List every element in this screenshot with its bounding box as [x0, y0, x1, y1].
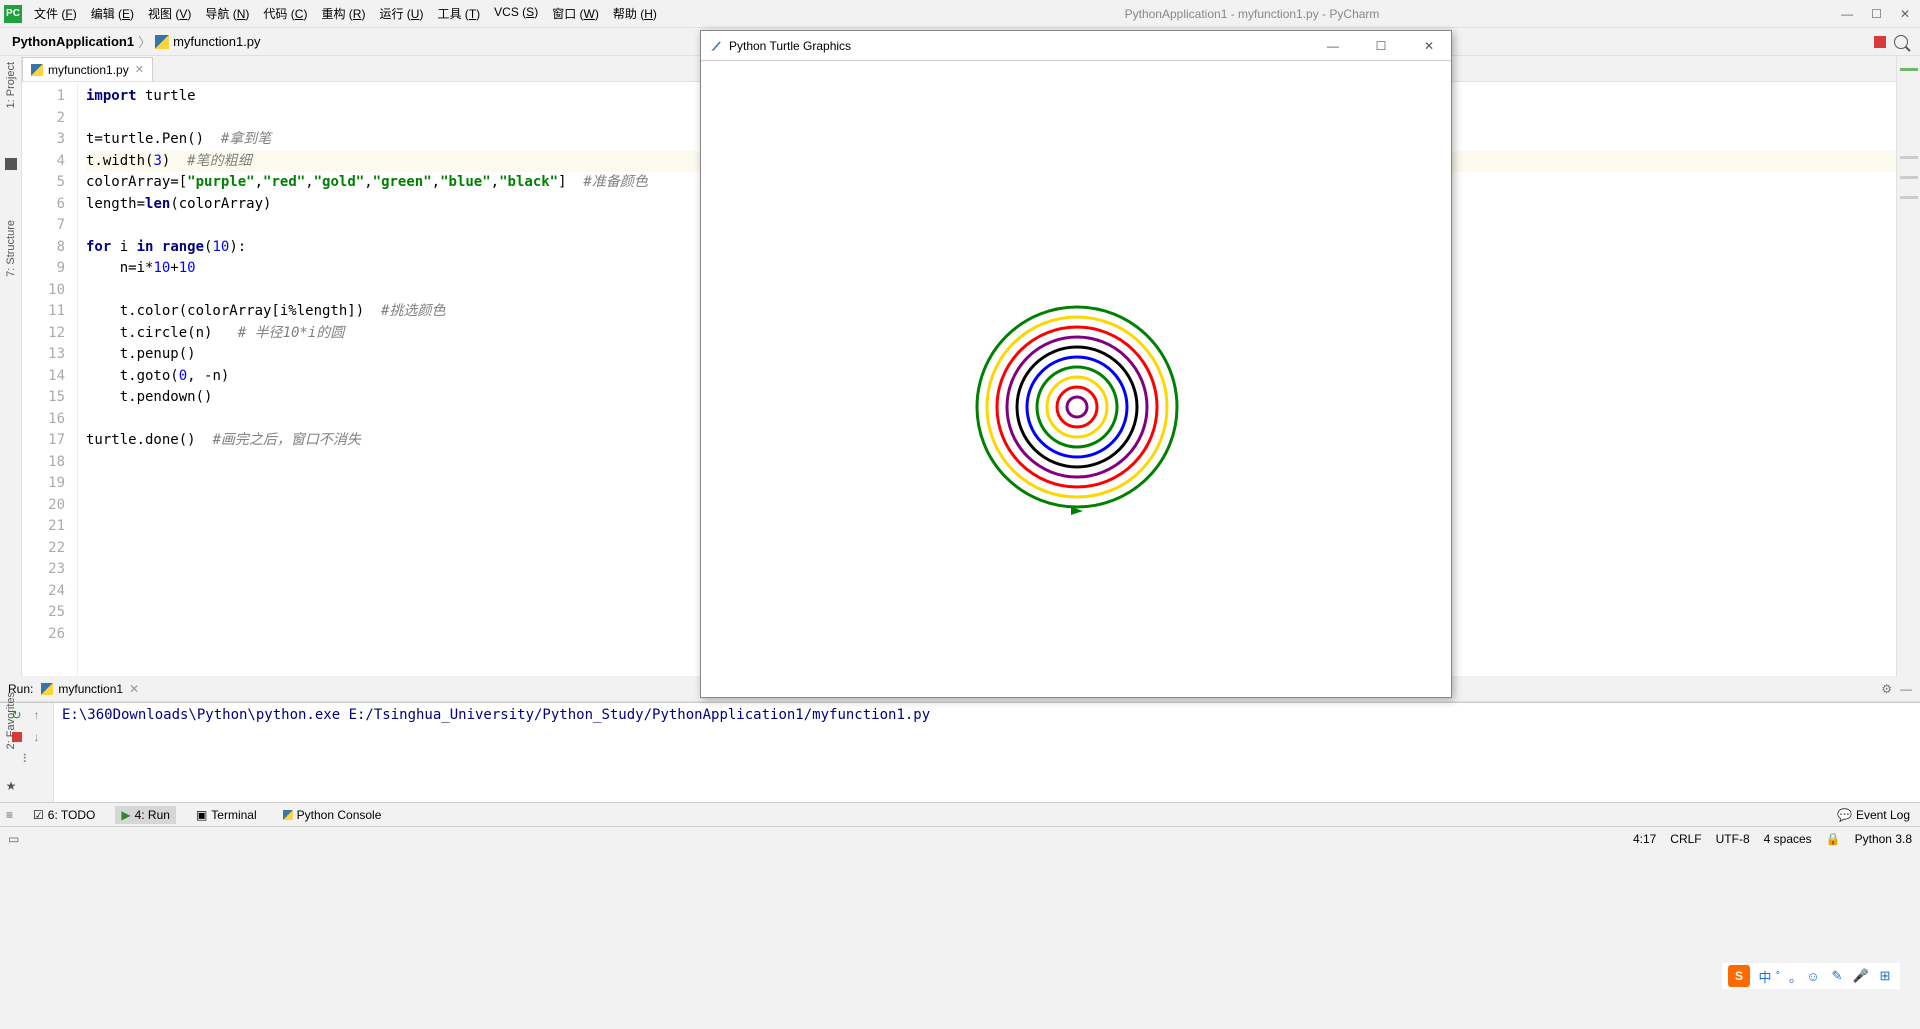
breadcrumb-project[interactable]: PythonApplication1	[12, 34, 134, 49]
chevron-right-icon: 〉	[138, 32, 151, 51]
bottom-tool-tabs: ≡ ☑ 6: TODO ▶ 4: Run ▣ Terminal Python C…	[0, 802, 1920, 826]
turtle-window[interactable]: Python Turtle Graphics — ☐ ✕	[700, 30, 1452, 698]
status-icon[interactable]: ▭	[8, 832, 19, 846]
editor-tab[interactable]: myfunction1.py ✕	[22, 57, 153, 81]
right-rail	[1896, 56, 1920, 676]
ime-toolbar[interactable]: S 中゜。 ☺ ✎ 🎤 ⊞	[1722, 963, 1900, 989]
project-icon[interactable]	[5, 158, 17, 170]
ime-button[interactable]: ゜。	[1780, 967, 1798, 985]
menu-item[interactable]: 帮助 (H)	[607, 3, 663, 24]
maximize-icon[interactable]: ☐	[1871, 7, 1882, 21]
ime-button[interactable]: ⊞	[1876, 967, 1894, 985]
settings-icon[interactable]: ⚙	[1881, 682, 1892, 696]
menu-item[interactable]: 工具 (T)	[431, 3, 486, 24]
ime-button[interactable]: 中	[1756, 967, 1774, 985]
up-icon[interactable]: ↑	[29, 707, 45, 723]
minimize-icon[interactable]: —	[1841, 7, 1853, 21]
menu-item[interactable]: 导航 (N)	[199, 3, 255, 24]
python-file-icon	[41, 683, 53, 695]
ime-button[interactable]: 🎤	[1852, 967, 1870, 985]
project-tool-button[interactable]: 1: Project	[5, 62, 17, 108]
close-icon[interactable]: ✕	[1415, 39, 1443, 53]
sogou-logo-icon[interactable]: S	[1728, 965, 1750, 987]
left-tool-rail: 1: Project 7: Structure	[0, 56, 22, 676]
inspection-ok-icon	[1900, 68, 1918, 71]
favorites-tool-button[interactable]: 2: Favorites	[5, 692, 17, 749]
pycharm-logo-icon: PC	[4, 5, 22, 23]
menu-item[interactable]: 代码 (C)	[257, 3, 313, 24]
menu-item[interactable]: 视图 (V)	[142, 3, 197, 24]
close-tab-icon[interactable]: ✕	[135, 63, 144, 76]
run-console[interactable]: E:\360Downloads\Python\python.exe E:/Tsi…	[54, 703, 1920, 802]
menu-item[interactable]: 窗口 (W)	[546, 3, 605, 24]
star-icon[interactable]: ★	[6, 779, 17, 793]
tab-label: 6: TODO	[48, 808, 96, 822]
ime-button[interactable]: ☺	[1804, 967, 1822, 985]
menubar: PC 文件 (F)编辑 (E)视图 (V)导航 (N)代码 (C)重构 (R)运…	[0, 0, 1920, 28]
python-icon	[283, 810, 293, 820]
turtle-title-text: Python Turtle Graphics	[729, 39, 851, 53]
tab-label: Python Console	[297, 808, 382, 822]
window-title: PythonApplication1 - myfunction1.py - Py…	[663, 7, 1841, 21]
todo-icon: ☑	[33, 808, 44, 822]
python-file-icon	[155, 35, 169, 49]
marker-icon	[1900, 156, 1918, 159]
hamburger-icon[interactable]: ≡	[6, 808, 13, 822]
maximize-icon[interactable]: ☐	[1367, 39, 1395, 53]
tab-label: 4: Run	[135, 808, 170, 822]
encoding[interactable]: UTF-8	[1716, 832, 1750, 846]
ime-button[interactable]: ✎	[1828, 967, 1846, 985]
minimize-icon[interactable]: —	[1319, 39, 1347, 53]
marker-icon	[1900, 196, 1918, 199]
indent[interactable]: 4 spaces	[1764, 832, 1812, 846]
minimize-icon[interactable]: —	[1900, 682, 1912, 696]
run-config-name[interactable]: myfunction1	[58, 682, 123, 696]
bubble-icon: 💬	[1837, 808, 1852, 822]
tab-label: Event Log	[1856, 808, 1910, 822]
turtle-titlebar[interactable]: Python Turtle Graphics — ☐ ✕	[701, 31, 1451, 61]
search-icon[interactable]	[1894, 35, 1908, 49]
favorites-rail: 2: Favorites ★	[0, 692, 22, 793]
play-icon: ▶	[121, 808, 130, 822]
close-icon[interactable]: ✕	[1900, 7, 1910, 21]
todo-tab[interactable]: ☑ 6: TODO	[27, 806, 101, 824]
terminal-icon: ▣	[196, 808, 207, 822]
close-icon[interactable]: ✕	[129, 682, 139, 696]
event-log-tab[interactable]: 💬 Event Log	[1837, 808, 1914, 822]
marker-icon	[1900, 176, 1918, 179]
run-tab[interactable]: ▶ 4: Run	[115, 806, 176, 824]
terminal-tab[interactable]: ▣ Terminal	[190, 806, 263, 824]
python-console-tab[interactable]: Python Console	[277, 806, 388, 824]
main-menus: 文件 (F)编辑 (E)视图 (V)导航 (N)代码 (C)重构 (R)运行 (…	[28, 3, 663, 24]
run-panel: ↻ ↑ ↓ ⠇ E:\360Downloads\Python\python.ex…	[0, 702, 1920, 802]
menu-item[interactable]: 重构 (R)	[315, 3, 371, 24]
turtle-canvas	[701, 61, 1451, 697]
menu-item[interactable]: VCS (S)	[488, 3, 544, 24]
tab-label: Terminal	[211, 808, 256, 822]
menu-item[interactable]: 编辑 (E)	[85, 3, 140, 24]
structure-tool-button[interactable]: 7: Structure	[5, 220, 17, 277]
interpreter[interactable]: Python 3.8	[1855, 832, 1912, 846]
python-file-icon	[31, 64, 43, 76]
gutter: 1234567891011121314151617181920212223242…	[22, 82, 78, 676]
menu-item[interactable]: 文件 (F)	[28, 3, 83, 24]
menu-item[interactable]: 运行 (U)	[373, 3, 429, 24]
turtle-icon	[709, 39, 723, 53]
down-icon[interactable]: ↓	[29, 729, 45, 745]
stop-button[interactable]	[1874, 36, 1886, 48]
window-controls: — ☐ ✕	[1841, 7, 1916, 21]
breadcrumb-file[interactable]: myfunction1.py	[173, 34, 260, 49]
tab-label: myfunction1.py	[48, 63, 129, 77]
line-separator[interactable]: CRLF	[1670, 832, 1701, 846]
readonly-lock-icon[interactable]: 🔒	[1826, 832, 1841, 846]
caret-position[interactable]: 4:17	[1633, 832, 1656, 846]
statusbar: ▭ 4:17 CRLF UTF-8 4 spaces 🔒 Python 3.8	[0, 826, 1920, 850]
